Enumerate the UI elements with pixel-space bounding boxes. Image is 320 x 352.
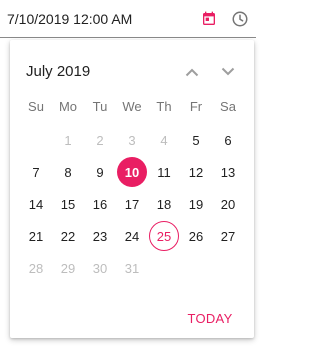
day-label: 26	[188, 228, 204, 244]
day-cell-18[interactable]: 18	[148, 188, 180, 220]
day-label: 21	[28, 228, 44, 244]
day-label: 12	[188, 164, 204, 180]
day-cell-25[interactable]: 25	[148, 220, 180, 252]
day-label: 11	[157, 164, 171, 180]
chevron-up-icon[interactable]	[182, 62, 202, 82]
day-cell-2: 2	[84, 124, 116, 156]
day-label: 2	[96, 132, 104, 148]
day-cell-8[interactable]: 8	[52, 156, 84, 188]
day-label: 25	[149, 221, 179, 251]
day-cell-29: 29	[52, 252, 84, 284]
month-title: July 2019	[26, 63, 91, 80]
calendar-popup: July 2019 Su Mo Tu We Th Fr Sa 1 2 3 4 5 6 7 8 9 10 11 12…	[10, 40, 254, 338]
day-label: 28	[28, 260, 44, 276]
weekday-label: Sa	[220, 99, 236, 114]
day-label: 15	[60, 196, 76, 212]
day-cell-19[interactable]: 19	[180, 188, 212, 220]
day-cell-22[interactable]: 22	[52, 220, 84, 252]
chevron-down-icon[interactable]	[218, 62, 238, 82]
day-label: 14	[28, 196, 44, 212]
weekday-header: Su Mo Tu We Th Fr Sa	[20, 98, 244, 116]
datetime-input[interactable]	[7, 8, 187, 30]
day-label: 27	[220, 228, 236, 244]
weekday-label: Th	[156, 99, 172, 114]
day-cell-4: 4	[148, 124, 180, 156]
input-underline	[0, 37, 256, 38]
day-cell-30: 30	[84, 252, 116, 284]
day-label: 20	[220, 196, 236, 212]
day-cell-11[interactable]: 11	[148, 156, 180, 188]
day-cell-13[interactable]: 13	[212, 156, 244, 188]
day-cell-17[interactable]: 17	[116, 188, 148, 220]
day-label: 30	[92, 260, 108, 276]
day-label: 29	[60, 260, 76, 276]
day-cell-3: 3	[116, 124, 148, 156]
day-label: 4	[160, 132, 168, 148]
day-cell-6[interactable]: 6	[212, 124, 244, 156]
weekday-label: We	[122, 99, 142, 114]
day-label: 16	[92, 196, 108, 212]
day-cell-26[interactable]: 26	[180, 220, 212, 252]
day-cell-27[interactable]: 27	[212, 220, 244, 252]
day-cell-empty	[20, 124, 52, 156]
day-label: 22	[60, 228, 76, 244]
day-cell-24[interactable]: 24	[116, 220, 148, 252]
day-cell-31: 31	[116, 252, 148, 284]
day-cell-9[interactable]: 9	[84, 156, 116, 188]
day-label: 6	[224, 132, 232, 148]
day-cell-16[interactable]: 16	[84, 188, 116, 220]
day-label: 1	[64, 132, 72, 148]
day-label: 10	[117, 157, 147, 187]
day-label: 5	[192, 132, 200, 148]
day-label: 31	[124, 260, 140, 276]
calendar-icon[interactable]	[199, 9, 219, 29]
day-label: 13	[220, 164, 236, 180]
weekday-label: Tu	[92, 99, 108, 114]
datetime-input-row	[0, 0, 268, 38]
day-label: 24	[124, 228, 140, 244]
today-button[interactable]: TODAY	[184, 306, 236, 330]
day-grid: 1 2 3 4 5 6 7 8 9 10 11 12 13 14 15 16 17 18 19 20 21 22 23 24 2…	[20, 124, 244, 284]
day-cell-5[interactable]: 5	[180, 124, 212, 156]
weekday-label: Su	[28, 99, 44, 114]
day-cell-20[interactable]: 20	[212, 188, 244, 220]
day-label: 3	[128, 132, 136, 148]
day-cell-15[interactable]: 15	[52, 188, 84, 220]
day-label: 7	[32, 164, 40, 180]
day-label: 19	[188, 196, 204, 212]
day-label: 17	[124, 196, 140, 212]
clock-icon[interactable]	[230, 9, 250, 29]
day-cell-7[interactable]: 7	[20, 156, 52, 188]
day-cell-10[interactable]: 10	[116, 156, 148, 188]
day-cell-14[interactable]: 14	[20, 188, 52, 220]
day-label: 8	[64, 164, 72, 180]
day-label: 9	[96, 164, 104, 180]
weekday-label: Mo	[58, 99, 78, 114]
day-label: 23	[92, 228, 108, 244]
day-cell-1: 1	[52, 124, 84, 156]
day-label: 18	[156, 196, 172, 212]
day-cell-28: 28	[20, 252, 52, 284]
day-cell-23[interactable]: 23	[84, 220, 116, 252]
day-cell-21[interactable]: 21	[20, 220, 52, 252]
day-cell-12[interactable]: 12	[180, 156, 212, 188]
weekday-label: Fr	[189, 99, 203, 114]
